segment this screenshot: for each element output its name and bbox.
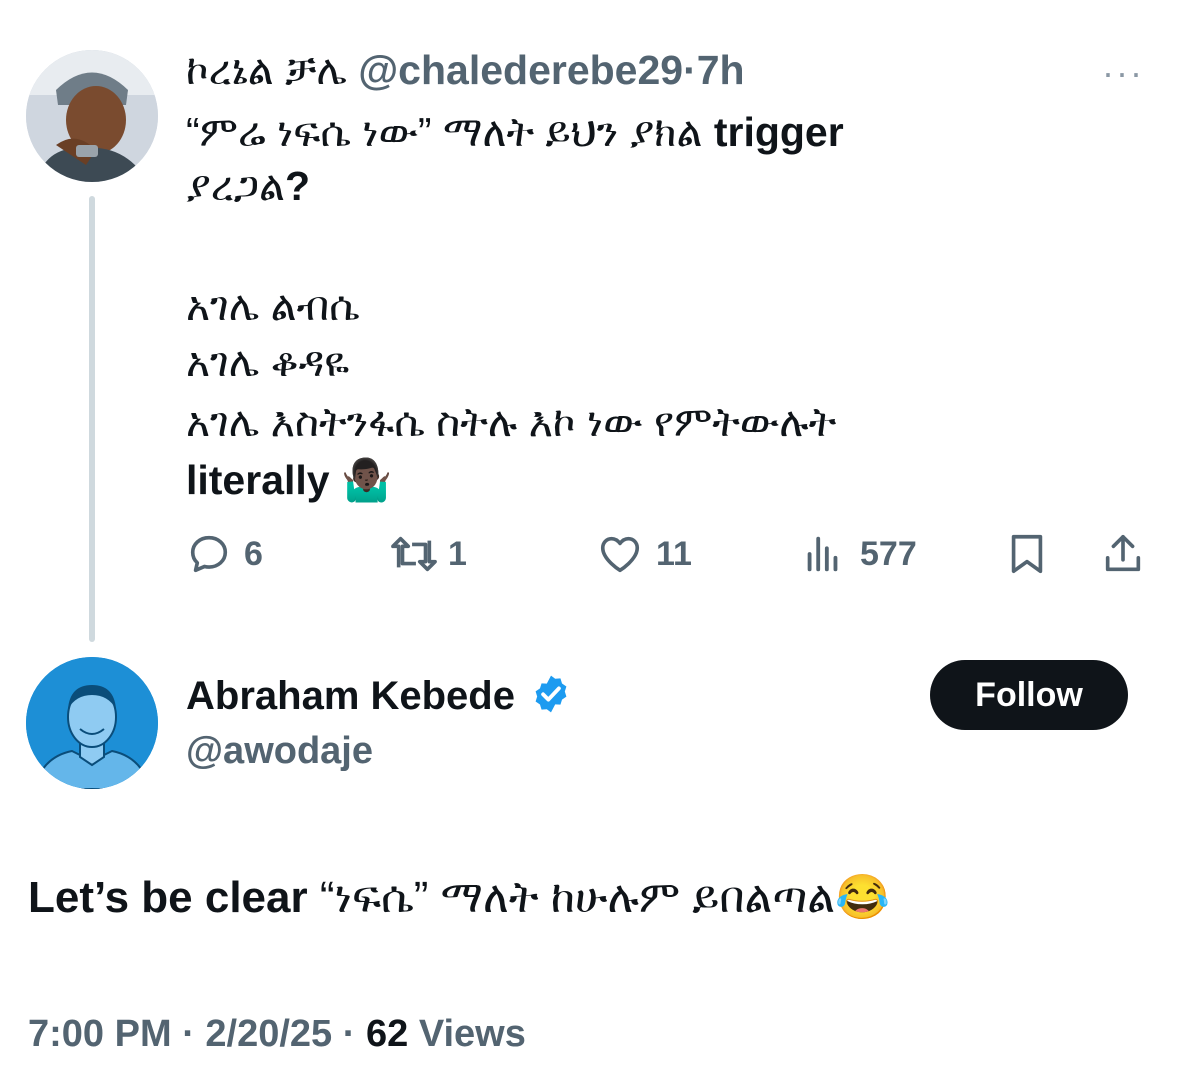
parent-text-bold-segment: ?	[285, 163, 311, 209]
reply-text: Let’s be clear “ነፍሴ” ማለት ከሁሉም ይበልጣል😂	[28, 872, 890, 924]
views-icon	[807, 536, 838, 572]
parent-text-segment: ያረጋል	[186, 163, 286, 209]
views-count: 577	[860, 534, 917, 573]
parent-timestamp[interactable]: 7h	[697, 47, 745, 93]
more-icon[interactable]: ···	[1102, 52, 1144, 94]
like-count: 11	[656, 534, 692, 573]
reply-avatar-image	[26, 657, 158, 789]
like-button[interactable]: 11	[596, 530, 692, 578]
reply-text-rest: “ነፍሴ” ማለት ከሁሉም ይበልጣል	[319, 873, 836, 922]
laughing-emoji: 😂	[835, 873, 890, 922]
parent-display-name[interactable]: ኮረኔል ቻሌ	[186, 47, 347, 93]
parent-avatar-image	[26, 50, 158, 182]
reply-avatar[interactable]	[26, 657, 158, 789]
like-icon	[600, 536, 640, 573]
reply-button[interactable]: 6	[186, 530, 263, 578]
share-icon	[1105, 534, 1141, 572]
reply-text-bold: Let’s be clear	[28, 873, 320, 922]
parent-text-line-4: አገሌ ቆዳዬ	[186, 339, 350, 385]
parent-text-line-6: literally 🤷🏿‍♂️	[186, 456, 1146, 504]
verified-badge-icon[interactable]	[530, 673, 572, 715]
repost-button[interactable]: 1	[386, 530, 467, 578]
bookmark-icon	[1011, 534, 1043, 574]
views-button[interactable]: 577	[800, 530, 917, 578]
repost-count: 1	[448, 534, 467, 573]
thread-connector-line	[89, 196, 95, 642]
reply-count: 6	[244, 534, 263, 573]
parent-text-bold-segment: trigger	[713, 109, 844, 155]
header-separator: ·	[683, 47, 697, 93]
parent-text-line-2: ያረጋል?	[186, 162, 1146, 210]
parent-text-line-3: አገሌ ልብሴ	[186, 283, 360, 329]
reply-views-count: 62	[365, 1013, 409, 1055]
parent-text-segment: “ምሬ ነፍሴ ነው” ማለት ይህን ያክል	[186, 109, 714, 155]
reply-icon	[190, 535, 228, 573]
meta-separator: ·	[342, 1013, 356, 1055]
reply-views-label: Views	[418, 1013, 526, 1055]
reply-time[interactable]: 7:00 PM	[28, 1013, 172, 1055]
shrug-emoji: 🤷🏿‍♂️	[341, 457, 393, 503]
reply-meta: 7:00 PM · 2/20/25 · 62 Views	[28, 1010, 526, 1058]
parent-avatar[interactable]	[26, 50, 158, 182]
reply-date[interactable]: 2/20/25	[205, 1013, 332, 1055]
bookmark-button[interactable]	[1004, 530, 1050, 578]
meta-separator: ·	[182, 1013, 195, 1055]
reply-display-name[interactable]: Abraham Kebede	[186, 674, 515, 718]
parent-handle[interactable]: @chalederebe29	[358, 47, 683, 93]
parent-text-bold-segment: literally	[186, 457, 330, 503]
follow-button[interactable]: Follow	[930, 660, 1128, 730]
share-button[interactable]	[1100, 530, 1146, 578]
parent-tweet-header: ኮረኔል ቻሌ @chalederebe29·7h	[186, 46, 745, 94]
reply-author: Abraham Kebede	[186, 672, 572, 720]
reply-handle[interactable]: @awodaje	[186, 728, 373, 774]
parent-text-line-1: “ምሬ ነፍሴ ነው” ማለት ይህን ያክል trigger	[186, 108, 1146, 156]
repost-icon	[391, 536, 437, 572]
parent-text-line-5: አገሌ እስትንፋሴ ስትሉ እኮ ነው የምትውሉት	[186, 399, 837, 445]
